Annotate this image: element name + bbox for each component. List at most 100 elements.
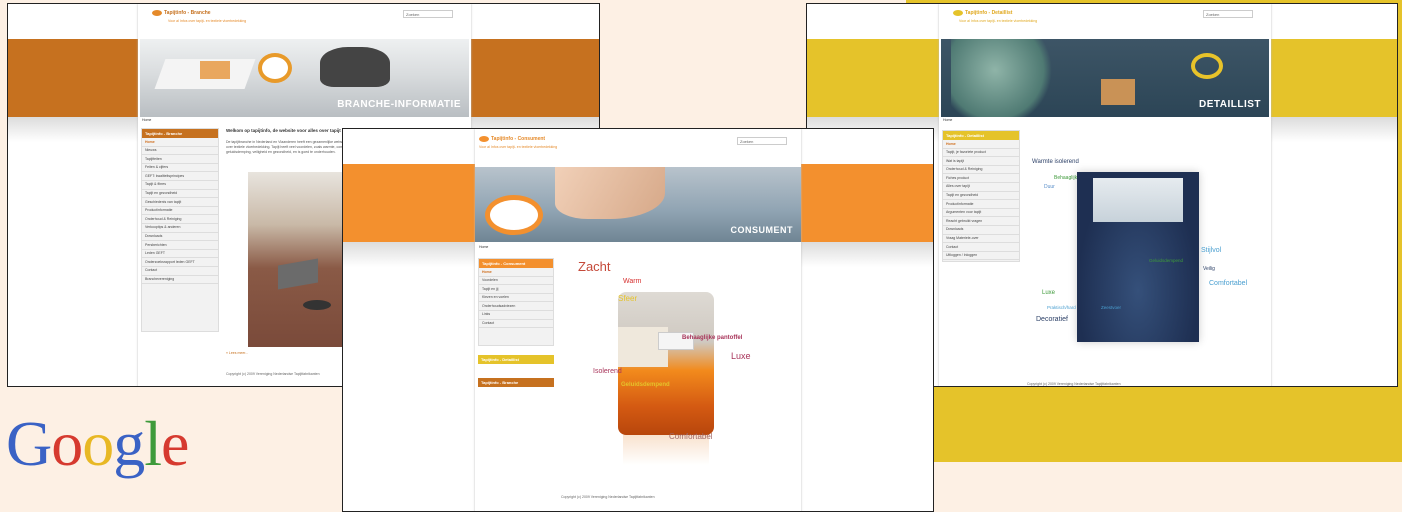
- tagline: Voor al Infos over tapijt- en textiele v…: [959, 19, 1038, 23]
- word-cloud-term: Warmte isolerend: [1032, 159, 1079, 165]
- sidebar-nav: Tapijtinfo - Branche Home Nieuws Tapijtf…: [141, 128, 219, 332]
- sidebar-heading: Tapijtinfo - Branche: [142, 129, 218, 138]
- sidebar-item[interactable]: Branchevereniging: [142, 276, 218, 285]
- sidebar-item[interactable]: Tapijt & fibres: [142, 181, 218, 190]
- hero-banner: CONSUMENT: [475, 167, 801, 242]
- sidebar-nav: Tapijtinfo - Consument Home Voordelen Ta…: [478, 258, 554, 346]
- word-cloud-term: Stijlvol: [1201, 247, 1222, 254]
- child-illustration: [951, 39, 1061, 117]
- breadcrumb[interactable]: Home: [142, 118, 151, 122]
- brand-logo[interactable]: Tapijtinfo - Consument: [479, 136, 545, 142]
- search-input[interactable]: Zoeken: [403, 10, 453, 18]
- tagline: Voor al Infos over tapijt- en textiele v…: [479, 145, 558, 149]
- word-cloud-term: Zeestvoer: [1101, 305, 1122, 310]
- sidebar-item[interactable]: Argumenten voor tapijt: [943, 209, 1019, 218]
- wooden-box-illustration: [1101, 79, 1135, 105]
- sidebar-item[interactable]: Downloads: [943, 226, 1019, 235]
- footer-copyright: Copyright (c) 2009 Vereniging Nederlands…: [561, 495, 655, 499]
- word-cloud-term: Praktisch/hard: [1047, 305, 1076, 310]
- sidebar-item[interactable]: Wat is tapijt: [943, 157, 1019, 166]
- word-cloud-term: Geluidsdempend: [1149, 258, 1184, 263]
- sidebar-item[interactable]: Contact: [142, 267, 218, 276]
- sidebar-item[interactable]: Reacht gebruikt vragen: [943, 217, 1019, 226]
- sidebar-link-branche[interactable]: Tapijtinfo - Branche: [478, 378, 554, 387]
- laptop-illustration: [278, 258, 318, 290]
- sidebar-item[interactable]: Tapijt en gezondheid: [142, 190, 218, 199]
- carpet-photo: [1077, 172, 1199, 342]
- sidebar-heading: Tapijtinfo - Consument: [479, 259, 553, 268]
- google-letter: G: [6, 408, 52, 479]
- brand-logo[interactable]: Tapijtinfo - Branche: [152, 10, 211, 16]
- sidebar-nav: Tapijtinfo - Detaillist Home Tapijt, je …: [942, 130, 1020, 262]
- read-more-link[interactable]: » Lees meer...: [226, 351, 248, 355]
- hero-banner: BRANCHE-INFORMATIE: [140, 39, 469, 117]
- sidebar-item[interactable]: Kiezen en voelen: [479, 294, 553, 303]
- spiral-logo-icon: [152, 10, 162, 16]
- word-cloud-term: Veilig: [1203, 266, 1215, 272]
- sidebar-item-home[interactable]: Home: [142, 138, 218, 147]
- sidebar-item[interactable]: Feiten & cijfers: [142, 164, 218, 173]
- google-logo: Google: [6, 412, 189, 476]
- intro-text: De tapijtbranche in Nederland en Vlaande…: [226, 140, 350, 154]
- google-letter: o: [51, 408, 83, 479]
- sidebar-item[interactable]: Alles over tapijt: [943, 183, 1019, 192]
- search-input[interactable]: Zoeken: [737, 137, 787, 145]
- tagline: Voor al Infos over tapijt- en textiele v…: [168, 19, 247, 23]
- sidebar-item[interactable]: Vraag Materiele-over: [943, 235, 1019, 244]
- black-chair-illustration: [320, 47, 390, 87]
- spiral-logo-icon: [479, 136, 489, 142]
- sidebar-item[interactable]: Tapijt en gezondheid: [943, 192, 1019, 201]
- sidebar-heading: Tapijtinfo - Detaillist: [943, 131, 1019, 140]
- word-cloud-term: Zacht: [578, 259, 611, 274]
- sidebar-item[interactable]: Downloads: [142, 233, 218, 242]
- search-input[interactable]: Zoeken: [1203, 10, 1253, 18]
- tapijtinfo-spiral-icon: [485, 195, 543, 235]
- sidebar-item[interactable]: Tapijt en jij: [479, 285, 553, 294]
- breadcrumb[interactable]: Home: [943, 118, 952, 122]
- sidebar-item[interactable]: Onderzoeksrapport leden GEFT: [142, 258, 218, 267]
- sidebar-item[interactable]: Productinformatie: [943, 200, 1019, 209]
- word-cloud-term: Sfeer: [618, 294, 638, 303]
- breadcrumb[interactable]: Home: [479, 245, 488, 249]
- sidebar-item[interactable]: Leden GEFT: [142, 250, 218, 259]
- word-cloud-term: Comfortabel: [1209, 280, 1248, 287]
- word-cloud-term: Decoratief: [1036, 316, 1068, 323]
- brand-name: Tapijtinfo - Branche: [164, 10, 211, 16]
- sidebar-link-detaillist[interactable]: Tapijtinfo - Detaillist: [478, 355, 554, 364]
- sidebar-item-home[interactable]: Home: [479, 268, 553, 277]
- sidebar-item[interactable]: Contact: [943, 243, 1019, 252]
- sidebar-item[interactable]: Onderhoudsadviezen: [479, 302, 553, 311]
- sidebar-item[interactable]: Persberichten: [142, 241, 218, 250]
- sidebar-item[interactable]: Tapijt, je favoriete product: [943, 149, 1019, 158]
- brand-logo[interactable]: Tapijtinfo - Detaillist: [953, 10, 1012, 16]
- plate-illustration: [303, 300, 331, 310]
- google-letter: l: [144, 408, 162, 479]
- sidebar-item[interactable]: Productinformatie: [142, 207, 218, 216]
- sidebar-item[interactable]: GEFT: kwaliteitsprincipes: [142, 172, 218, 181]
- word-cloud-term: Duur: [1044, 184, 1055, 190]
- window-illustration: [1093, 178, 1183, 222]
- sidebar-item[interactable]: Geschiedenis van tapijt: [142, 198, 218, 207]
- page-body: Tapijtinfo - Detaillist Voor al Infos ov…: [939, 4, 1271, 386]
- page-body: Tapijtinfo - Consument Voor al Infos ove…: [475, 129, 801, 511]
- sidebar-item[interactable]: Fiches product: [943, 174, 1019, 183]
- hero-label: DETAILLIST: [1198, 99, 1261, 110]
- sidebar-item-home[interactable]: Home: [943, 140, 1019, 149]
- word-cloud-term: Geluidsdempend: [621, 382, 670, 388]
- sidebar-item[interactable]: Tapijtfeiten: [142, 155, 218, 164]
- sidebar-item[interactable]: Contact: [479, 320, 553, 329]
- sidebar-item[interactable]: Onderhoud & Reiniging: [943, 166, 1019, 175]
- tapijtinfo-spiral-icon: [258, 53, 292, 83]
- sidebar-item[interactable]: Links: [479, 311, 553, 320]
- word-cloud-term: Behaaglijk: [1054, 175, 1078, 181]
- hero-label: BRANCHE-INFORMATIE: [337, 99, 461, 110]
- brand-name: Tapijtinfo - Consument: [491, 136, 546, 142]
- sidebar-item[interactable]: Nieuws: [142, 147, 218, 156]
- sidebar-item[interactable]: Verkooptips & anderen: [142, 224, 218, 233]
- sidebar-item[interactable]: Onderhoud & Reiniging: [142, 215, 218, 224]
- sidebar-item[interactable]: Uitloggen / Inloggen: [943, 252, 1019, 261]
- brand-name: Tapijtinfo - Detaillist: [965, 10, 1013, 16]
- word-cloud-term: Behaaglijke pantoffel: [682, 335, 743, 341]
- spiral-logo-icon: [953, 10, 963, 16]
- sidebar-item[interactable]: Voordelen: [479, 277, 553, 286]
